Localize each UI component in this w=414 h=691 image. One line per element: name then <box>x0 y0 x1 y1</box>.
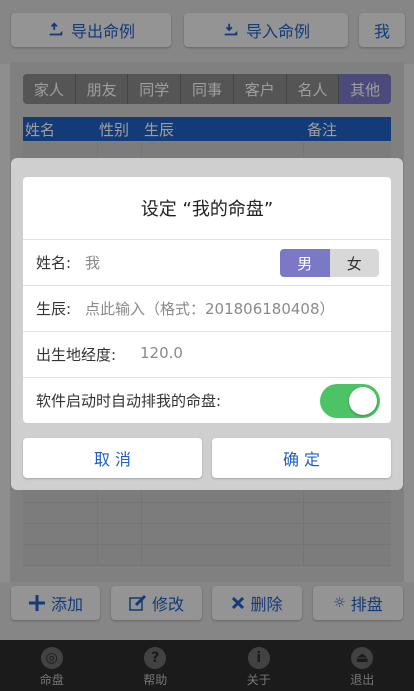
name-field[interactable]: 我 <box>85 252 100 273</box>
name-row: 姓名: 我 男 女 <box>23 239 391 286</box>
toggle-knob <box>349 387 377 415</box>
gender-female-option[interactable]: 女 <box>329 249 379 277</box>
gender-segmented-control: 男 女 <box>280 249 379 277</box>
auto-open-toggle[interactable] <box>320 384 380 418</box>
name-label: 姓名: <box>36 254 72 272</box>
longitude-label: 出生地经度: <box>36 346 117 364</box>
my-chart-dialog: 设定 “我的命盘” 姓名: 我 男 女 生辰: 点此输入（格式：20180618… <box>11 158 403 490</box>
gender-male-option[interactable]: 男 <box>280 249 330 277</box>
cancel-button[interactable]: 取 消 <box>23 438 202 478</box>
dialog-card: 设定 “我的命盘” 姓名: 我 男 女 生辰: 点此输入（格式：20180618… <box>23 177 391 423</box>
auto-open-row: 软件启动时自动排我的命盘: <box>23 377 391 423</box>
confirm-button[interactable]: 确 定 <box>212 438 391 478</box>
auto-open-label: 软件启动时自动排我的命盘: <box>36 392 222 410</box>
birth-label: 生辰: <box>36 300 72 318</box>
birth-input[interactable]: 点此输入（格式：201806180408） <box>85 298 335 319</box>
birth-row: 生辰: 点此输入（格式：201806180408） <box>23 285 391 332</box>
longitude-row: 出生地经度: 120.0 <box>23 331 391 378</box>
dialog-title: 设定 “我的命盘” <box>23 177 391 240</box>
longitude-field[interactable]: 120.0 <box>140 344 183 362</box>
